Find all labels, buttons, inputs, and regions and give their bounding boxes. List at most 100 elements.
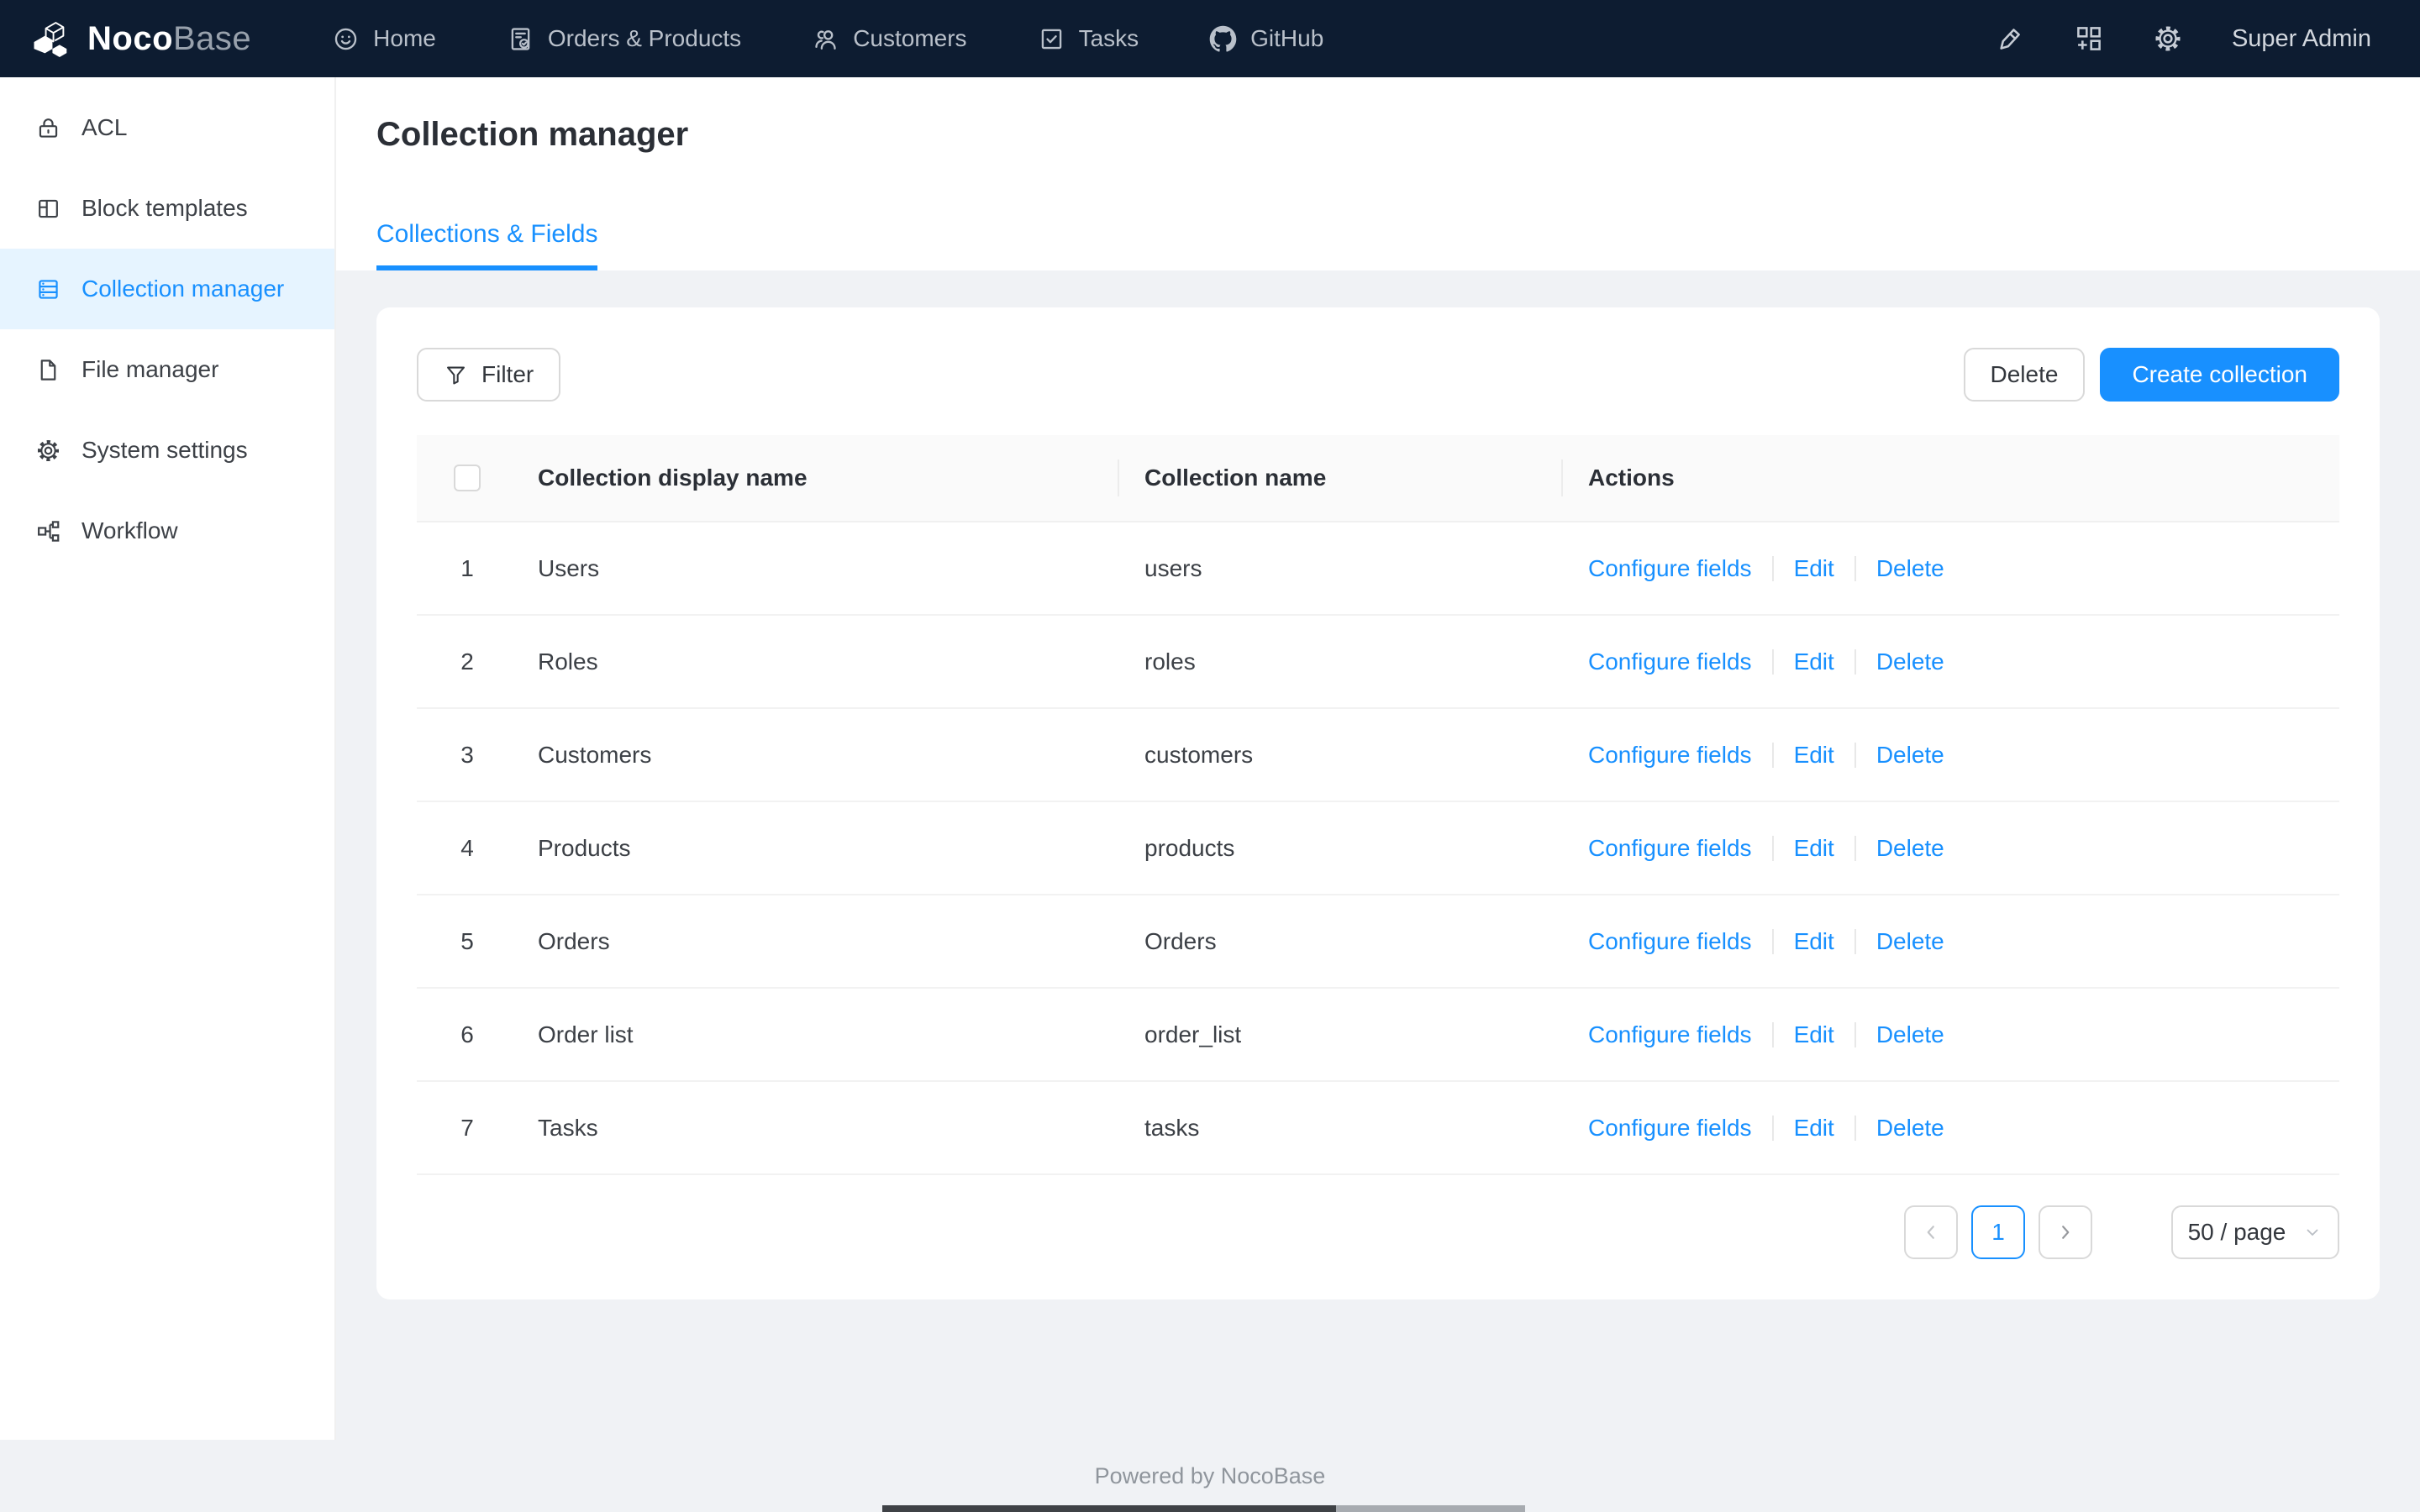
nocobase-logo[interactable]: NocoBase: [30, 16, 251, 61]
table-header-row: Collection display name Collection name …: [417, 435, 2339, 522]
configure-fields-link[interactable]: Configure fields: [1588, 555, 1752, 582]
configure-fields-link[interactable]: Configure fields: [1588, 1115, 1752, 1142]
row-actions: Configure fields Edit Delete: [1588, 835, 2339, 862]
action-divider: [1854, 555, 1856, 581]
action-divider: [1854, 1021, 1856, 1047]
configure-fields-link[interactable]: Configure fields: [1588, 742, 1752, 769]
sidebar-item-label: ACL: [82, 114, 128, 140]
main-area: Collection manager Collections & Fields …: [336, 77, 2420, 1440]
sidebar-item-label: Block templates: [82, 195, 248, 221]
configure-fields-link[interactable]: Configure fields: [1588, 648, 1752, 675]
row-actions: Configure fields Edit Delete: [1588, 742, 2339, 769]
cell-collection-name: order_list: [1144, 1021, 1242, 1047]
plugin-manager-button[interactable]: [2074, 24, 2104, 54]
workflow-icon: [38, 520, 60, 542]
row-index: 4: [460, 834, 474, 861]
configure-fields-link[interactable]: Configure fields: [1588, 928, 1752, 955]
configure-fields-link[interactable]: Configure fields: [1588, 835, 1752, 862]
gear-icon: [37, 439, 60, 461]
filter-button[interactable]: Filter: [417, 348, 561, 402]
page-size-value: 50 / page: [2187, 1219, 2286, 1245]
highlighter-icon: [2000, 29, 2020, 50]
sidebar-item-acl[interactable]: ACL: [0, 87, 334, 168]
page-size-select[interactable]: 50 / page: [2171, 1205, 2339, 1259]
row-index: 5: [460, 927, 474, 954]
page-title: Collection manager: [376, 116, 689, 153]
row-actions: Configure fields Edit Delete: [1588, 648, 2339, 675]
table-row: 7 Tasks tasks Configure fields Edit Dele…: [417, 1082, 2339, 1175]
delete-button[interactable]: Delete: [1963, 348, 2086, 402]
edit-link[interactable]: Edit: [1794, 648, 1834, 675]
pagination-next-button[interactable]: [2039, 1205, 2092, 1259]
nav-item-github[interactable]: GitHub: [1209, 25, 1323, 53]
file-icon: [40, 359, 56, 381]
tab-bar: Collections & Fields: [376, 220, 2380, 270]
nocobase-logo-icon: [34, 22, 67, 57]
sidebar-item-collection-manager[interactable]: Collection manager: [0, 249, 334, 329]
tab-collections-fields[interactable]: Collections & Fields: [376, 220, 598, 270]
table-row: 2 Roles roles Configure fields Edit Dele…: [417, 616, 2339, 709]
sidebar-item-file-manager[interactable]: File manager: [0, 329, 334, 410]
team-icon: [815, 29, 836, 50]
delete-link[interactable]: Delete: [1876, 928, 1944, 955]
sidebar-item-block-templates[interactable]: Block templates: [0, 168, 334, 249]
nav-item-tasks[interactable]: Tasks: [1038, 25, 1139, 53]
cell-collection-name: customers: [1144, 741, 1254, 768]
select-all-checkbox[interactable]: [454, 465, 481, 491]
cell-collection-name: users: [1144, 554, 1202, 581]
table-row: 1 Users users Configure fields Edit Dele…: [417, 522, 2339, 616]
page-footer: Powered by NocoBase: [0, 1440, 2420, 1512]
row-actions: Configure fields Edit Delete: [1588, 555, 2339, 582]
action-divider: [1771, 835, 1774, 861]
edit-link[interactable]: Edit: [1794, 835, 1834, 862]
chevron-down-icon: [2307, 1229, 2318, 1236]
settings-button[interactable]: [2153, 24, 2183, 54]
sidebar-item-label: Workflow: [82, 517, 178, 543]
action-divider: [1854, 742, 1856, 768]
pagination-page-1[interactable]: 1: [1971, 1205, 2025, 1259]
delete-link[interactable]: Delete: [1876, 835, 1944, 862]
nav-item-customers[interactable]: Customers: [812, 25, 967, 53]
sidebar-item-workflow[interactable]: Workflow: [0, 491, 334, 571]
scrollbar-thumb-secondary[interactable]: [1336, 1505, 1525, 1512]
action-divider: [1771, 1021, 1774, 1047]
delete-link[interactable]: Delete: [1876, 648, 1944, 675]
delete-link[interactable]: Delete: [1876, 1115, 1944, 1142]
chevron-right-icon: [2062, 1226, 2070, 1239]
scrollbar-thumb[interactable]: [882, 1505, 1336, 1512]
table-row: 3 Customers customers Configure fields E…: [417, 709, 2339, 802]
edit-link[interactable]: Edit: [1794, 742, 1834, 769]
delete-link[interactable]: Delete: [1876, 1021, 1944, 1048]
pagination-prev-button[interactable]: [1904, 1205, 1958, 1259]
ui-editor-button[interactable]: [1995, 24, 2025, 54]
edit-link[interactable]: Edit: [1794, 555, 1834, 582]
sidebar-item-label: File manager: [82, 356, 219, 382]
database-icon: [39, 279, 58, 299]
configure-fields-link[interactable]: Configure fields: [1588, 1021, 1752, 1048]
sidebar-item-system-settings[interactable]: System settings: [0, 410, 334, 491]
current-user[interactable]: Super Admin: [2232, 25, 2371, 53]
layout-icon: [39, 199, 58, 218]
edit-link[interactable]: Edit: [1794, 1115, 1834, 1142]
action-divider: [1854, 835, 1856, 861]
action-divider: [1771, 1115, 1774, 1141]
action-divider: [1771, 742, 1774, 768]
logo-text: NocoBase: [87, 19, 252, 57]
edit-link[interactable]: Edit: [1794, 928, 1834, 955]
check-square-icon: [1041, 29, 1061, 49]
card-toolbar: Filter Delete Create collection: [417, 348, 2339, 402]
top-navigation: Home Orders & Products Customers Tasks G…: [332, 25, 1323, 53]
delete-link[interactable]: Delete: [1876, 742, 1944, 769]
powered-by-text: Powered by NocoBase: [1094, 1462, 1326, 1488]
nav-item-home[interactable]: Home: [332, 25, 436, 53]
cell-display-name: Order list: [538, 1021, 634, 1047]
nav-item-orders-products[interactable]: Orders & Products: [507, 25, 741, 53]
chevron-left-icon: [1927, 1226, 1934, 1239]
smile-icon: [334, 28, 357, 50]
delete-link[interactable]: Delete: [1876, 555, 1944, 582]
edit-link[interactable]: Edit: [1794, 1021, 1834, 1048]
horizontal-scrollbar[interactable]: [0, 1505, 2420, 1512]
row-index: 7: [460, 1114, 474, 1141]
create-collection-button[interactable]: Create collection: [2100, 348, 2339, 402]
github-icon: [1209, 25, 1237, 52]
